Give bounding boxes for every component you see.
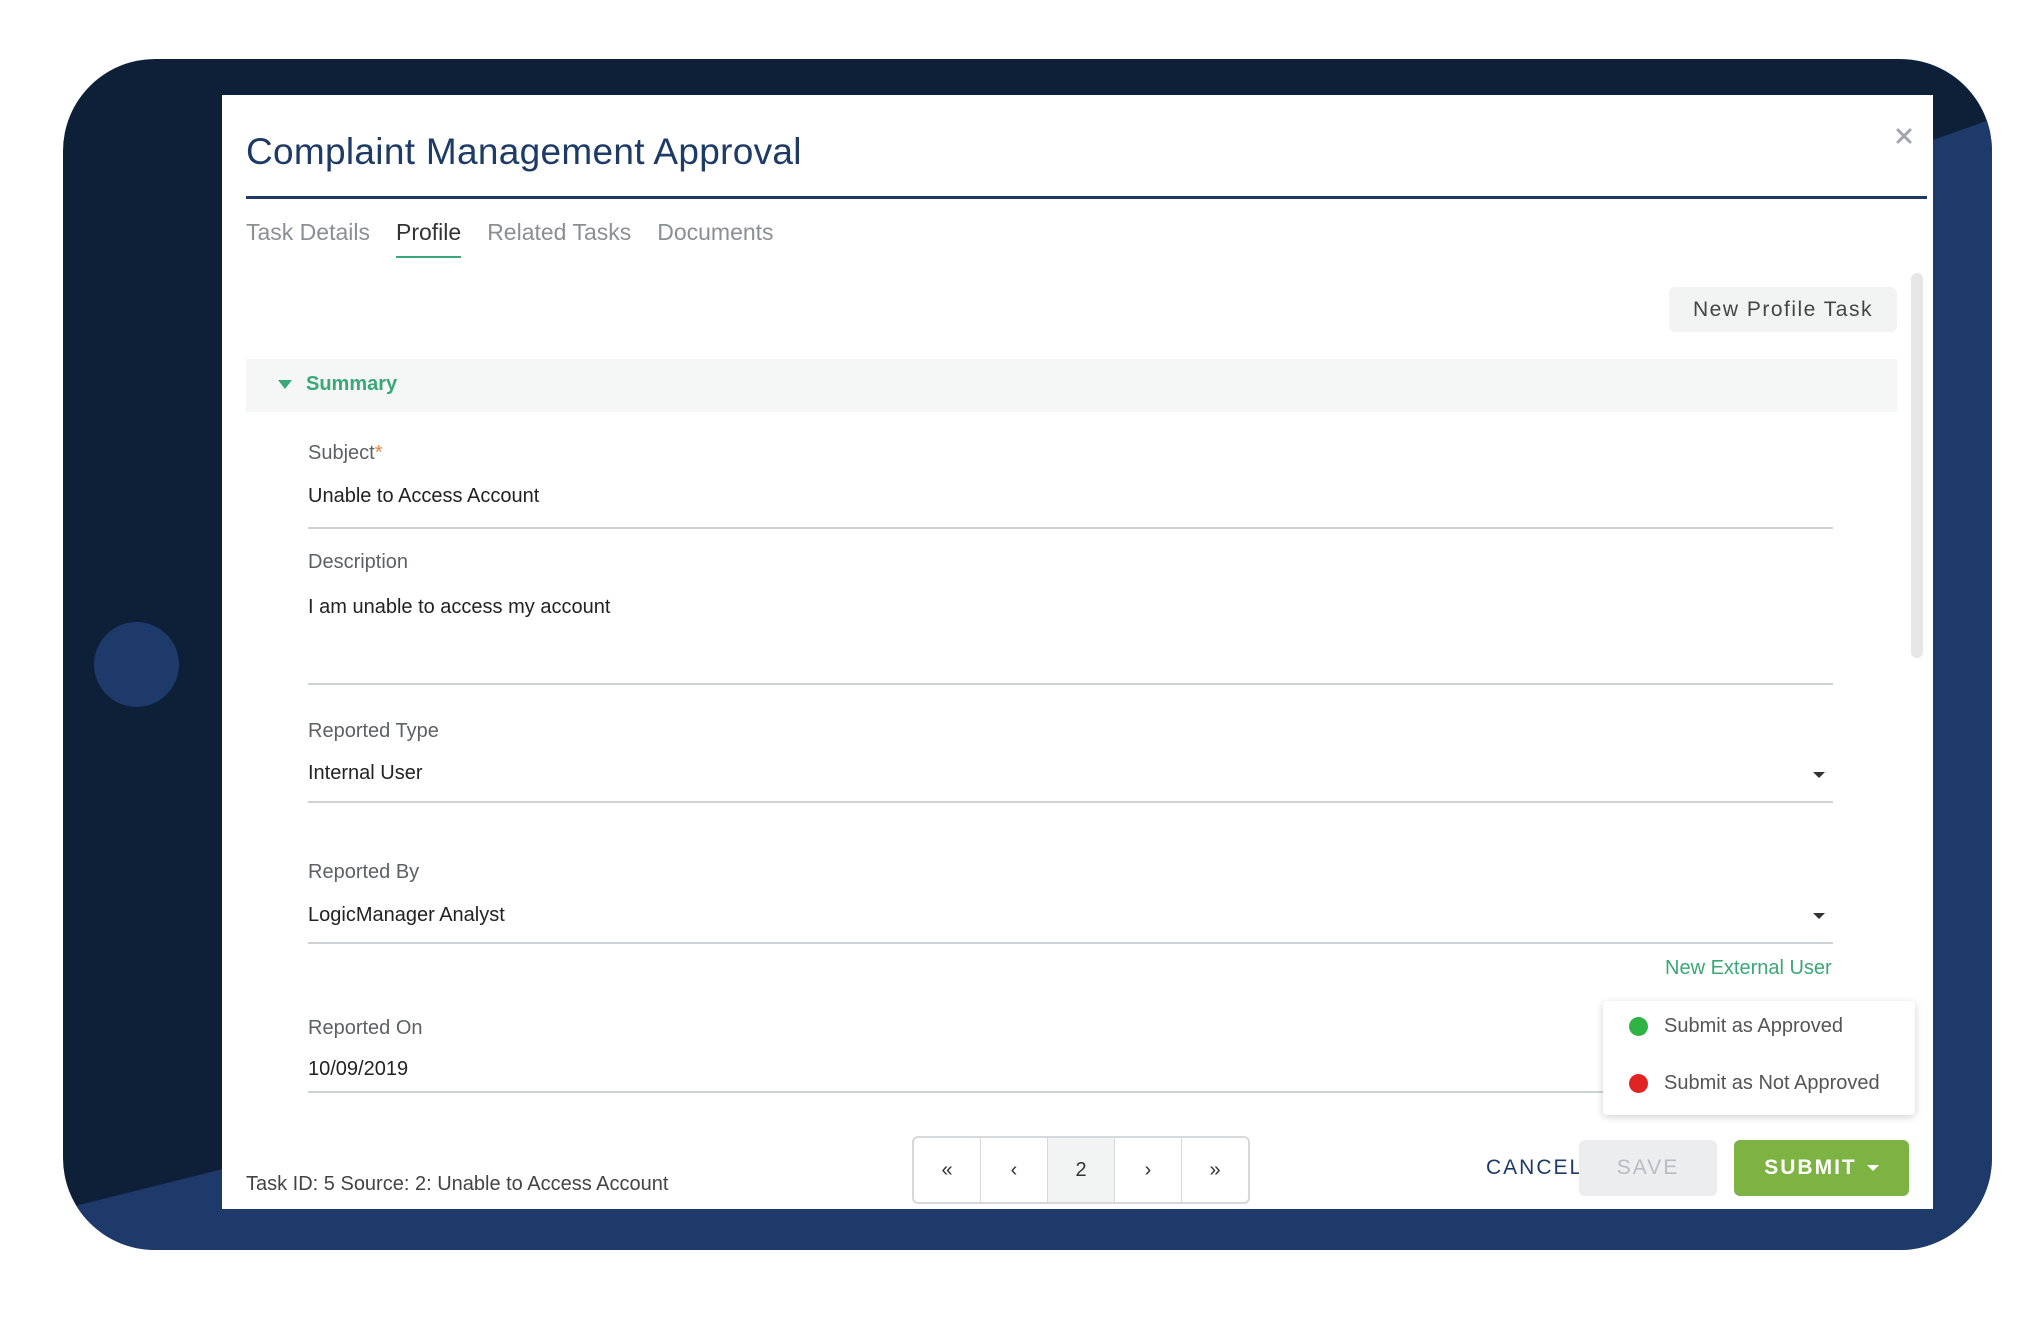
submit-menu: Submit as Approved Submit as Not Approve… <box>1603 1001 1915 1115</box>
home-button <box>94 622 179 707</box>
caret-down-icon <box>1866 1165 1879 1171</box>
tab-task-details[interactable]: Task Details <box>246 219 370 258</box>
chevron-down-icon[interactable] <box>1813 913 1825 919</box>
dialog: Complaint Management Approval Task Detai… <box>222 95 1933 1209</box>
task-source-info: Task ID: 5 Source: 2: Unable to Access A… <box>246 1173 669 1195</box>
menu-item-label: Submit as Approved <box>1664 1015 1843 1037</box>
subject-underline <box>308 527 1833 529</box>
next-page-button[interactable]: › <box>1115 1138 1182 1202</box>
caret-down-icon <box>278 380 292 389</box>
tab-profile[interactable]: Profile <box>395 219 462 258</box>
submit-label: SUBMIT <box>1764 1156 1857 1179</box>
reported-on-field[interactable]: 10/09/2019 <box>308 1058 408 1081</box>
close-icon[interactable] <box>1893 125 1915 147</box>
cancel-button[interactable]: CANCEL <box>1480 1155 1589 1181</box>
description-label: Description <box>308 551 409 573</box>
description-field[interactable]: I am unable to access my account <box>308 596 610 619</box>
reported-type-select[interactable]: Internal User <box>308 762 423 785</box>
new-external-user-link[interactable]: New External User <box>1665 957 1832 980</box>
first-page-button[interactable]: « <box>914 1138 981 1202</box>
green-dot-icon <box>1629 1017 1648 1036</box>
reported-by-select[interactable]: LogicManager Analyst <box>308 904 505 927</box>
tab-related-tasks[interactable]: Related Tasks <box>487 219 631 258</box>
new-profile-task-button[interactable]: New Profile Task <box>1669 287 1897 332</box>
pagination: « ‹ 2 › » <box>912 1136 1250 1204</box>
summary-section-header[interactable]: Summary <box>246 359 1897 412</box>
save-button[interactable]: SAVE <box>1579 1140 1717 1196</box>
summary-label: Summary <box>306 373 398 395</box>
previous-page-button[interactable]: ‹ <box>981 1138 1048 1202</box>
reported-on-label: Reported On <box>308 1017 423 1039</box>
submit-as-approved-option[interactable]: Submit as Approved <box>1603 1001 1915 1057</box>
last-page-button[interactable]: » <box>1182 1138 1248 1202</box>
submit-button[interactable]: SUBMIT <box>1734 1140 1909 1196</box>
subject-label: Subject* <box>308 442 383 464</box>
tab-bar: Task Details Profile Related Tasks Docum… <box>246 219 774 258</box>
menu-item-label: Submit as Not Approved <box>1664 1072 1880 1094</box>
dialog-title: Complaint Management Approval <box>246 131 802 172</box>
reported-by-label: Reported By <box>308 861 420 883</box>
reported-type-label: Reported Type <box>308 720 439 742</box>
scrollbar[interactable] <box>1911 273 1923 658</box>
red-dot-icon <box>1629 1074 1648 1093</box>
required-mark: * <box>374 442 383 464</box>
submit-as-not-approved-option[interactable]: Submit as Not Approved <box>1603 1058 1915 1114</box>
reported-by-underline <box>308 942 1833 944</box>
description-underline <box>308 683 1833 685</box>
subject-field[interactable]: Unable to Access Account <box>308 485 539 508</box>
title-divider <box>246 196 1927 199</box>
reported-type-underline <box>308 801 1833 803</box>
chevron-down-icon[interactable] <box>1813 772 1825 778</box>
current-page[interactable]: 2 <box>1048 1138 1115 1202</box>
tablet-frame: Complaint Management Approval Task Detai… <box>63 59 1992 1250</box>
tab-documents[interactable]: Documents <box>657 219 773 258</box>
